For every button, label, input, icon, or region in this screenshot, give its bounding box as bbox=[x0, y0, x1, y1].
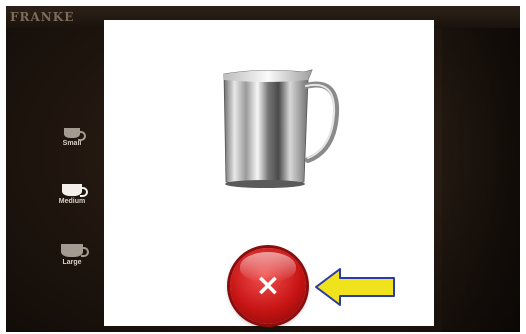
size-option-medium[interactable]: Medium bbox=[50, 184, 94, 205]
size-label-medium: Medium bbox=[58, 198, 86, 205]
size-label-large: Large bbox=[62, 259, 82, 266]
right-panel bbox=[442, 28, 520, 332]
size-label-small: Small bbox=[62, 140, 82, 147]
close-icon: × bbox=[255, 268, 281, 303]
cup-medium-icon bbox=[62, 184, 88, 197]
close-button[interactable]: × bbox=[230, 248, 306, 324]
milk-pitcher-icon bbox=[223, 69, 340, 188]
brand-logo: FRANKE bbox=[10, 10, 75, 24]
arrow-left-icon bbox=[315, 268, 395, 306]
cup-large-icon bbox=[61, 244, 89, 257]
size-option-small[interactable]: Small bbox=[50, 128, 94, 147]
cup-small-icon bbox=[64, 128, 86, 141]
size-option-large[interactable]: Large bbox=[50, 244, 94, 266]
